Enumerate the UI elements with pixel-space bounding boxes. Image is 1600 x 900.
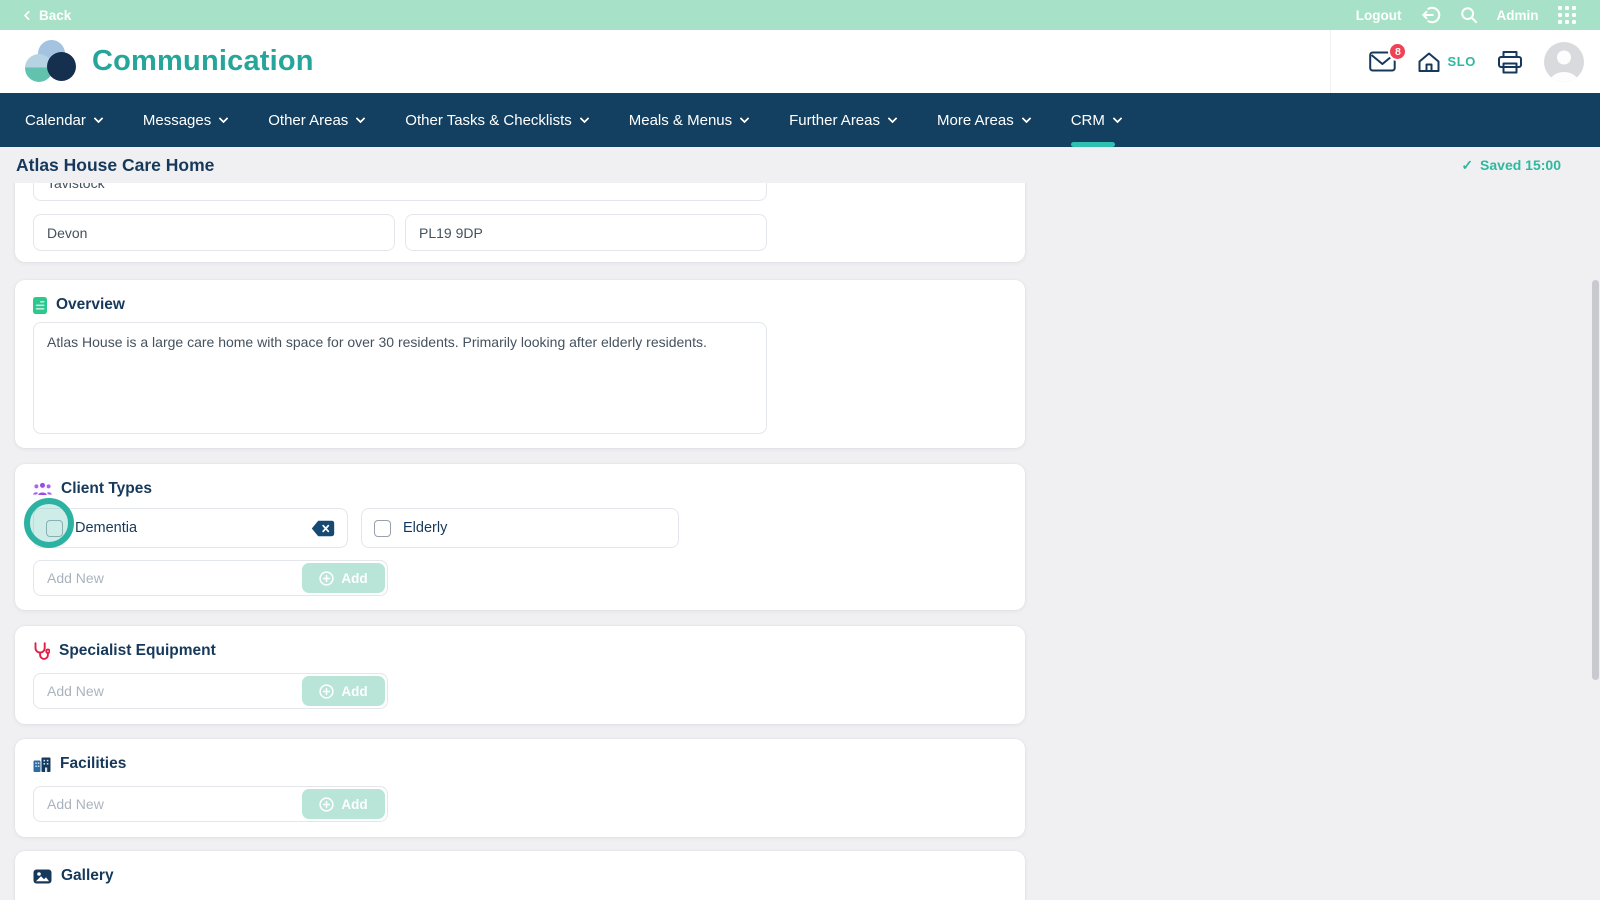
- x-tag-icon: [311, 520, 335, 536]
- dementia-checkbox[interactable]: [46, 519, 63, 537]
- overview-card: Overview Atlas House is a large care hom…: [15, 280, 1025, 448]
- add-button[interactable]: Add: [302, 563, 385, 593]
- plus-circle-icon: [319, 796, 335, 812]
- client-types-title: Client Types: [61, 480, 153, 497]
- nav-item-meals-menus[interactable]: Meals & Menus: [629, 93, 750, 147]
- saved-status: ✓ Saved 15:00: [1461, 157, 1561, 174]
- nav-item-more-areas[interactable]: More Areas: [937, 93, 1032, 147]
- add-button[interactable]: Add: [302, 789, 385, 819]
- chevron-down-icon: [93, 113, 104, 123]
- users-icon: [33, 482, 52, 495]
- chip-label: Dementia: [75, 520, 138, 536]
- search-icon[interactable]: [1460, 6, 1478, 24]
- chevron-down-icon: [887, 113, 898, 123]
- county-field[interactable]: [33, 214, 395, 251]
- document-icon: [33, 296, 47, 314]
- nav-item-crm[interactable]: CRM: [1070, 93, 1123, 147]
- back-button[interactable]: Back: [23, 7, 72, 23]
- home-button[interactable]: SLO: [1417, 51, 1476, 73]
- chevron-down-icon: [1021, 113, 1032, 123]
- app-title: Communication: [92, 45, 314, 77]
- nav-item-other-tasks-checklists[interactable]: Other Tasks & Checklists: [405, 93, 590, 147]
- printer-icon: [1498, 50, 1522, 73]
- saved-status-text: Saved 15:00: [1480, 157, 1561, 173]
- apps-grid-icon[interactable]: [1557, 5, 1576, 25]
- specialist-equipment-title: Specialist Equipment: [59, 642, 216, 659]
- logout-button[interactable]: Logout: [1356, 8, 1402, 23]
- overview-textarea[interactable]: Atlas House is a large care home with sp…: [33, 322, 767, 434]
- facilities-title: Facilities: [60, 755, 127, 772]
- chevron-down-icon: [579, 113, 590, 123]
- page-title: Atlas House Care Home: [16, 154, 215, 175]
- chevron-down-icon: [739, 113, 750, 123]
- top-utility-bar: Back Logout Admin: [0, 0, 1600, 30]
- app-header: Communication 8 SLO: [0, 30, 1600, 93]
- plus-circle-icon: [319, 570, 335, 586]
- plus-circle-icon: [319, 683, 335, 699]
- unread-count-badge: 8: [1388, 42, 1408, 61]
- specialist-equipment-card: Specialist Equipment Add: [15, 626, 1025, 724]
- remove-chip-button[interactable]: [311, 520, 335, 537]
- scrollbar-thumb[interactable]: [1592, 280, 1599, 680]
- messages-button[interactable]: 8: [1369, 42, 1408, 72]
- client-type-chip-dementia: Dementia: [24, 498, 348, 548]
- client-type-chip-elderly: Elderly: [361, 508, 679, 548]
- client-types-add-new: Add: [33, 560, 388, 596]
- overview-title: Overview: [56, 296, 125, 313]
- site-code-label: SLO: [1447, 54, 1476, 69]
- chevron-down-icon: [218, 113, 229, 123]
- elderly-checkbox[interactable]: [374, 519, 391, 537]
- facilities-card: Facilities Add: [15, 739, 1025, 837]
- page-title-bar: Atlas House Care Home ✓ Saved 15:00: [0, 147, 1600, 183]
- nav-item-further-areas[interactable]: Further Areas: [789, 93, 898, 147]
- content-area: Atlas House Care Home ✓ Saved 15:00 Over…: [0, 147, 1600, 900]
- gallery-card: Gallery: [15, 851, 1025, 900]
- home-icon: [1418, 52, 1440, 72]
- postcode-field[interactable]: [405, 214, 767, 251]
- image-icon: [33, 869, 52, 883]
- specialist-add-new: Add: [33, 673, 388, 709]
- stethoscope-icon: [34, 642, 50, 660]
- client-types-card: Client Types Dementia Elderly Add New Ad…: [15, 464, 1025, 610]
- nav-item-calendar[interactable]: Calendar: [25, 93, 104, 147]
- chevron-down-icon: [355, 113, 366, 123]
- nav-item-messages[interactable]: Messages: [143, 93, 229, 147]
- avatar[interactable]: [1544, 41, 1584, 82]
- buildings-icon: [33, 757, 51, 772]
- back-chevron-icon: [23, 10, 34, 20]
- print-button[interactable]: [1497, 50, 1523, 74]
- admin-menu[interactable]: Admin: [1497, 8, 1539, 23]
- app-logo: [25, 39, 77, 85]
- gallery-title: Gallery: [61, 867, 114, 884]
- add-button[interactable]: Add: [302, 676, 385, 706]
- facilities-add-new: Add: [33, 786, 388, 822]
- check-icon: ✓: [1461, 156, 1474, 173]
- logout-icon[interactable]: [1421, 6, 1441, 24]
- nav-item-other-areas[interactable]: Other Areas: [268, 93, 366, 147]
- back-label: Back: [39, 7, 72, 23]
- main-nav: Calendar Messages Other Areas Other Task…: [0, 93, 1600, 147]
- chevron-down-icon: [1112, 113, 1123, 123]
- chip-label: Elderly: [403, 520, 448, 536]
